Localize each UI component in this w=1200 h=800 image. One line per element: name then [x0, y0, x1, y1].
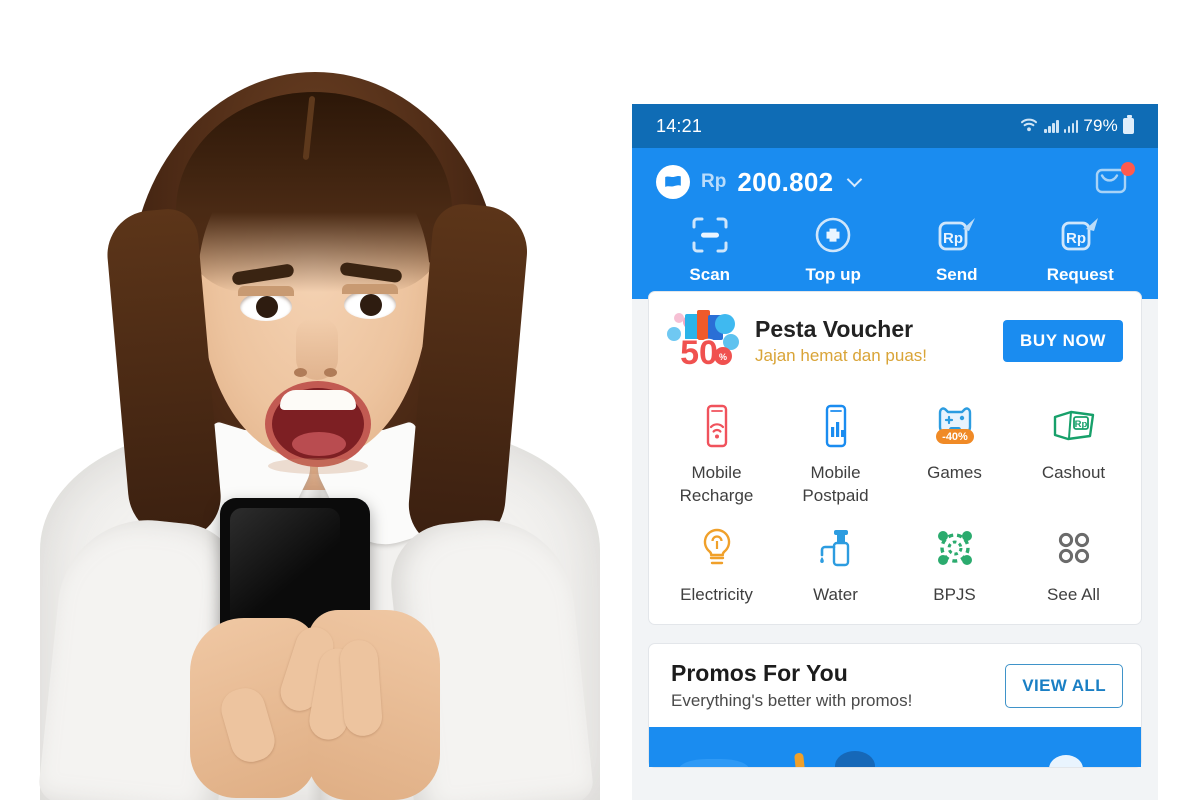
status-bar: 14:21 79%: [632, 104, 1158, 148]
service-water[interactable]: Water: [776, 514, 895, 606]
balance-amount: 200.802: [737, 166, 834, 197]
services-grid: Mobile Recharge Mobile Postpaid -40% Gam…: [649, 388, 1141, 624]
wallet-icon: [656, 165, 690, 199]
screen-glare: [230, 508, 340, 628]
tongue: [292, 432, 346, 456]
svg-text:%: %: [719, 352, 727, 362]
eyelid-left: [238, 286, 294, 296]
action-top-up[interactable]: Top up: [772, 214, 896, 285]
status-bar-time: 14:21: [656, 115, 703, 136]
action-label: Send: [935, 265, 978, 284]
battery-percent-label: 79%: [1083, 116, 1118, 135]
promo-shape: [835, 751, 875, 768]
phone-mockup: 14:21 79% Rp 200.802 Scan Top up Rp Send…: [632, 104, 1158, 800]
service-electricity[interactable]: Electricity: [657, 514, 776, 606]
service-see-all[interactable]: See All: [1014, 514, 1133, 606]
service-mobile-recharge[interactable]: Mobile Recharge: [657, 392, 776, 508]
teeth: [280, 390, 356, 410]
promos-card: Promos For You Everything's better with …: [648, 643, 1142, 769]
services-card: 50 % Pesta Voucher Jajan hemat dan puas!…: [648, 291, 1142, 626]
promo-carousel-banner[interactable]: [649, 727, 1141, 768]
promo-shape: [1049, 755, 1083, 768]
currency-label: Rp: [701, 171, 727, 192]
nostril-left: [294, 368, 307, 377]
app-header: Rp 200.802 Scan Top up Rp Send Rp Reques…: [632, 148, 1158, 299]
faucet-icon: [814, 522, 858, 574]
voucher-text: Pesta Voucher Jajan hemat dan puas!: [755, 316, 989, 365]
signal-bars-icon: [1063, 119, 1079, 133]
voucher-title: Pesta Voucher: [755, 316, 914, 343]
balance-group[interactable]: Rp 200.802: [656, 165, 863, 199]
signal-bars-icon: [1044, 119, 1059, 133]
bpjs-icon: [933, 522, 977, 574]
message-button[interactable]: [1094, 162, 1135, 200]
action-label: Scan: [689, 265, 731, 284]
promos-header: Promos For You Everything's better with …: [649, 644, 1141, 727]
buy-now-button[interactable]: BUY NOW: [1002, 320, 1123, 362]
voucher-banner[interactable]: 50 % Pesta Voucher Jajan hemat dan puas!…: [649, 292, 1141, 388]
hands-holding-phone: [190, 498, 440, 800]
service-label: Electricity: [680, 584, 753, 604]
svg-text:Rp: Rp: [1066, 230, 1086, 247]
pupil-right: [360, 294, 382, 316]
promo-shape: [794, 752, 805, 768]
service-mobile-postpaid[interactable]: Mobile Postpaid: [776, 392, 895, 508]
promos-subtitle: Everything's better with promos!: [671, 691, 913, 711]
person-illustration: [0, 0, 632, 800]
mobile-recharge-icon: [699, 400, 735, 452]
gamepad-icon: -40%: [930, 400, 980, 452]
status-bar-indicators: 79%: [1020, 115, 1134, 137]
service-cashout[interactable]: Rp Cashout: [1014, 392, 1133, 508]
request-rp-icon: Rp: [1059, 214, 1101, 256]
scan-icon: [690, 214, 730, 256]
battery-icon: [1123, 115, 1134, 134]
service-label: Cashout: [1041, 463, 1106, 482]
pupil-left: [256, 296, 278, 318]
grid-dots-icon: [1053, 522, 1095, 574]
promos-text: Promos For You Everything's better with …: [671, 660, 912, 711]
promos-title: Promos For You: [671, 660, 848, 687]
send-rp-icon: Rp: [936, 214, 978, 256]
action-scan[interactable]: Scan: [648, 214, 772, 285]
mobile-postpaid-icon: [818, 400, 854, 452]
action-label: Top up: [805, 265, 861, 284]
svg-text:-40%: -40%: [942, 431, 968, 443]
quick-actions: Scan Top up Rp Send Rp Request: [632, 206, 1158, 285]
svg-text:50: 50: [680, 334, 718, 372]
nostril-right: [324, 368, 337, 377]
fifty-percent-badge-icon: 50 %: [665, 306, 741, 376]
chin-shadow: [268, 458, 368, 474]
lightbulb-icon: [698, 522, 736, 574]
svg-text:Rp: Rp: [1074, 419, 1087, 430]
lifestyle-photo: [0, 0, 632, 800]
svg-text:Rp: Rp: [943, 230, 963, 247]
voucher-subtitle: Jajan hemat dan puas!: [755, 345, 928, 365]
cash-rp-icon: Rp: [1050, 400, 1098, 452]
finger: [338, 638, 384, 738]
notification-badge: [1121, 162, 1135, 176]
action-label: Request: [1046, 265, 1114, 284]
balance-row: Rp 200.802: [632, 148, 1158, 206]
service-games[interactable]: -40% Games: [895, 392, 1014, 508]
service-label: Water: [813, 584, 858, 604]
wifi-icon: [1020, 116, 1039, 137]
service-label: Mobile Postpaid: [802, 463, 869, 506]
service-label: Games: [927, 463, 982, 482]
service-label: BPJS: [933, 584, 976, 604]
service-label: Mobile Recharge: [679, 463, 754, 506]
screenshot-root: 14:21 79% Rp 200.802 Scan Top up Rp Send…: [0, 0, 1200, 800]
action-request[interactable]: Rp Request: [1019, 214, 1143, 285]
action-send[interactable]: Rp Send: [895, 214, 1019, 285]
promo-shape: [679, 759, 749, 768]
service-label: See All: [1047, 584, 1100, 604]
eyelid-right: [342, 284, 398, 294]
view-all-button[interactable]: VIEW ALL: [1005, 663, 1123, 708]
plus-circle-icon: [813, 214, 853, 256]
chevron-down-icon[interactable]: [847, 171, 863, 188]
service-bpjs[interactable]: BPJS: [895, 514, 1014, 606]
